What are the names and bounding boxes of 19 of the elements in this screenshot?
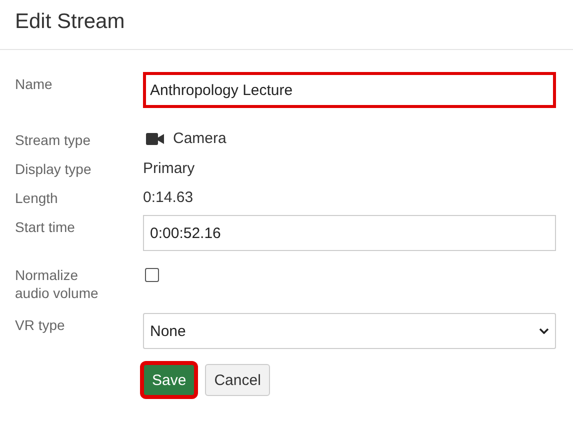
field-label: Name — [15, 75, 54, 93]
video-camera-icon — [146, 132, 164, 144]
save-button[interactable]: Save — [143, 364, 196, 396]
dialog-title: Edit Stream — [15, 9, 126, 35]
field-label: Start time — [15, 218, 76, 236]
field-value: 0:14.63 — [143, 188, 194, 208]
dropdown-select[interactable]: None — [143, 313, 556, 349]
field-label: VR type — [15, 316, 66, 334]
field-label: Display type — [15, 160, 92, 178]
text-field[interactable]: Anthropology Lecture — [143, 72, 556, 108]
caret-icon — [539, 328, 549, 334]
field-value: Camera — [173, 128, 226, 148]
checkbox[interactable] — [145, 268, 159, 282]
field-value: Primary — [143, 159, 195, 179]
text-field[interactable]: 0:00:52.16 — [143, 215, 556, 251]
field-label: Length — [15, 189, 59, 207]
field-label: Normalize audio volume — [15, 266, 100, 302]
cancel-button[interactable]: Cancel — [205, 364, 270, 396]
field-label: Stream type — [15, 131, 92, 149]
